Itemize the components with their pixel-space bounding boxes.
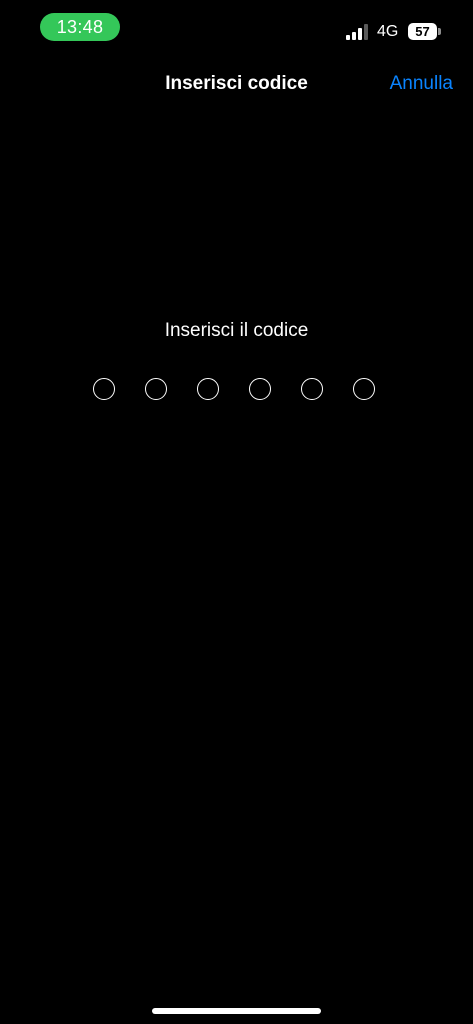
passcode-dot — [249, 378, 271, 400]
passcode-dot — [93, 378, 115, 400]
passcode-dot — [353, 378, 375, 400]
passcode-prompt: Inserisci il codice — [164, 320, 309, 341]
passcode-dot — [197, 378, 219, 400]
signal-bars-icon — [346, 24, 368, 40]
cancel-button[interactable]: Annulla — [390, 72, 453, 96]
battery-level: 57 — [408, 23, 437, 40]
passcode-dot — [301, 378, 323, 400]
status-bar: 13:48 4G 57 — [0, 0, 473, 56]
status-time[interactable]: 13:48 — [40, 13, 120, 41]
passcode-dot — [145, 378, 167, 400]
battery-cap — [438, 28, 441, 35]
network-type: 4G — [377, 23, 399, 40]
passcode-dots — [93, 378, 375, 402]
home-indicator[interactable] — [152, 1008, 321, 1014]
battery-icon: 57 — [408, 23, 442, 41]
